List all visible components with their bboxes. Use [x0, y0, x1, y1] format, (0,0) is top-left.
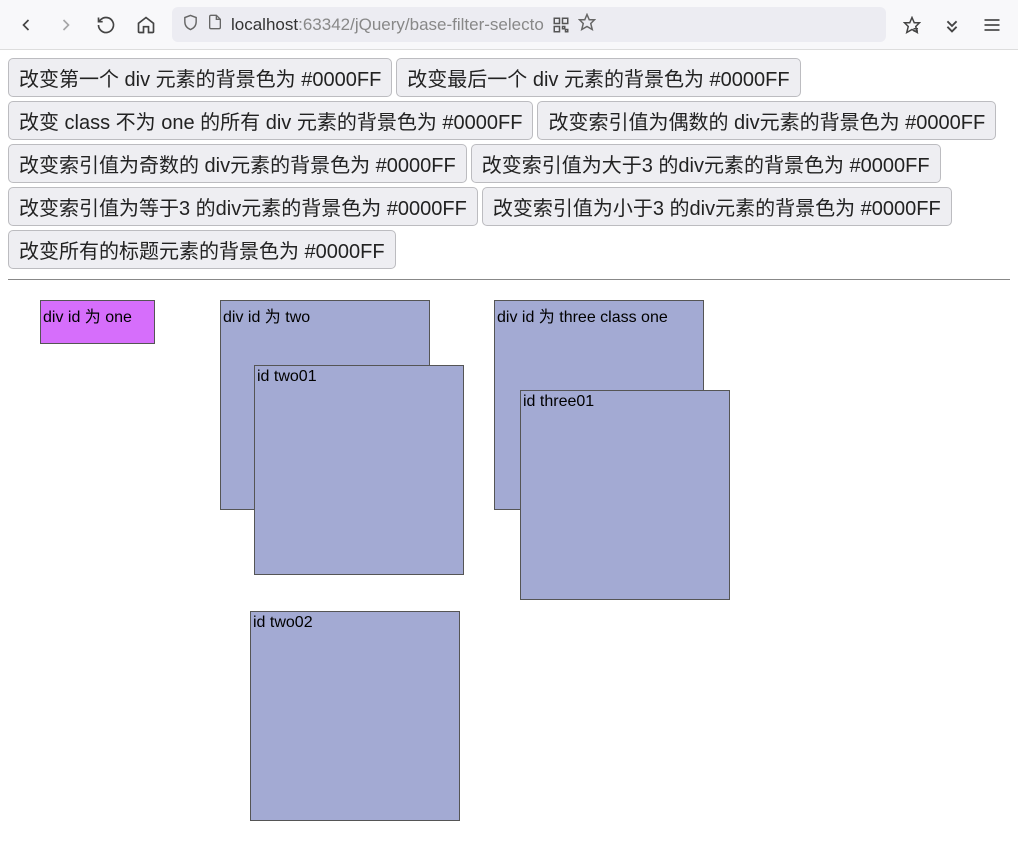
div-one: div id 为 one — [40, 300, 155, 344]
div-stage: div id 为 one div id 为 two id two01 div i… — [0, 0, 1018, 855]
div-two01: id two01 — [254, 365, 464, 575]
div-two02: id two02 — [250, 611, 460, 821]
div-three01: id three01 — [520, 390, 730, 600]
